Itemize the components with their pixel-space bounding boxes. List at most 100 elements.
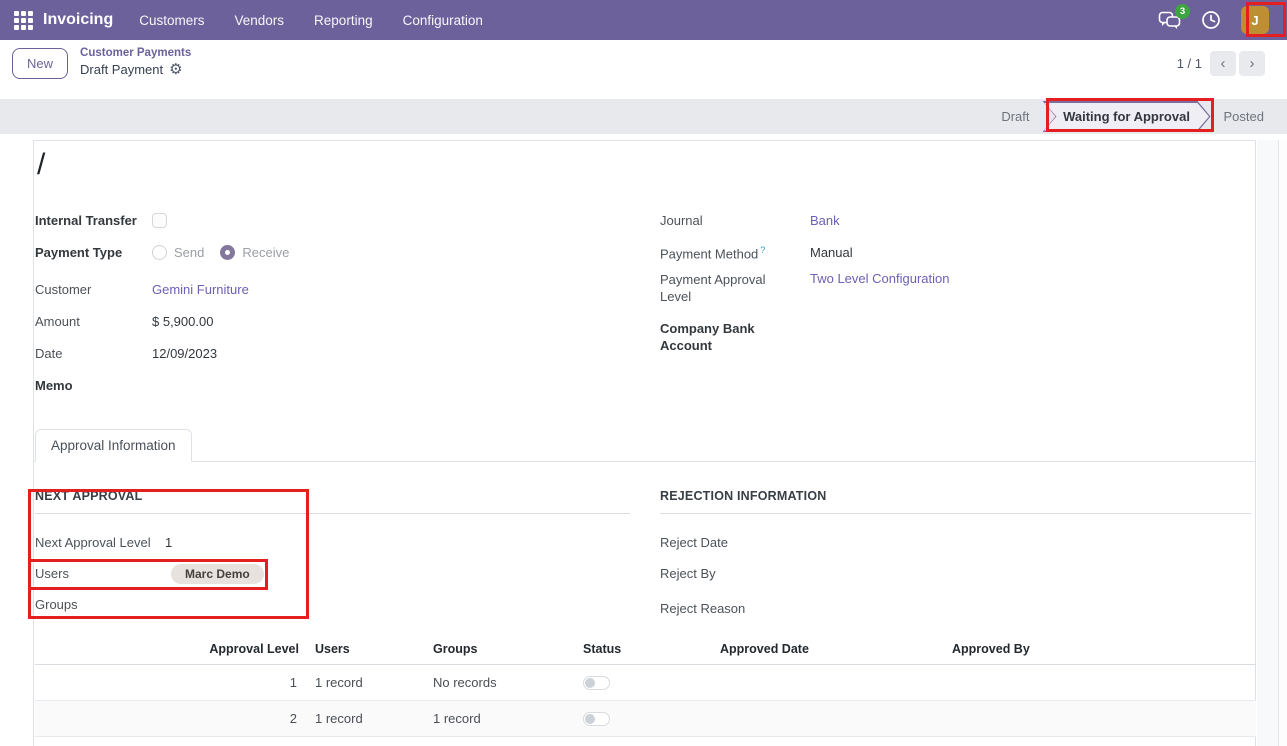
cell-groups: No records	[425, 665, 575, 701]
payment-method-value[interactable]: Manual	[810, 245, 853, 260]
field-group-left: Internal Transfer Payment Type Send Rece…	[35, 204, 630, 401]
reject-reason-label: Reject Reason	[660, 601, 790, 616]
rejection-information-title: REJECTION INFORMATION	[660, 489, 1251, 514]
top-navbar: Invoicing Customers Vendors Reporting Co…	[0, 0, 1287, 40]
memo-label: Memo	[35, 377, 152, 394]
next-approval-title: NEXT APPROVAL	[35, 489, 630, 514]
customer-value-link[interactable]: Gemini Furniture	[152, 282, 249, 297]
tab-approval-information[interactable]: Approval Information	[35, 429, 192, 462]
next-approval-level-label: Next Approval Level	[35, 535, 165, 550]
apps-grid-icon[interactable]	[14, 11, 33, 30]
journal-value-link[interactable]: Bank	[810, 213, 840, 228]
payment-name-title[interactable]: /	[37, 148, 45, 182]
cell-users: 1 record	[307, 665, 425, 701]
menu-vendors[interactable]: Vendors	[235, 13, 285, 28]
app-name[interactable]: Invoicing	[43, 11, 113, 29]
help-question-icon[interactable]: ?	[760, 245, 765, 255]
approval-lines-table: Approval Level Users Groups Status Appro…	[35, 637, 1256, 737]
status-posted[interactable]: Posted	[1211, 109, 1277, 124]
table-header-row: Approval Level Users Groups Status Appro…	[35, 637, 1256, 665]
status-waiting-for-approval-active[interactable]: Waiting for Approval	[1043, 101, 1211, 132]
notebook-tabbar: Approval Information	[34, 429, 1255, 462]
field-customer: Customer Gemini Furniture	[35, 273, 630, 305]
reject-date-label: Reject Date	[660, 535, 790, 550]
payment-type-receive-radio[interactable]	[220, 245, 235, 260]
groups-label: Groups	[35, 597, 165, 612]
breadcrumb-current: Draft Payment ⚙	[80, 61, 191, 80]
cell-approved-date	[712, 701, 944, 737]
date-value[interactable]: 12/09/2023	[152, 346, 217, 361]
status-toggle[interactable]	[583, 712, 610, 726]
statusbar: Draft Waiting for Approval Posted	[0, 99, 1287, 134]
user-avatar[interactable]: J	[1241, 6, 1269, 34]
messages-icon[interactable]: 3	[1158, 11, 1181, 30]
field-reject-date: Reject Date	[660, 527, 1251, 558]
amount-value[interactable]: $ 5,900.00	[152, 314, 213, 329]
new-button[interactable]: New	[12, 48, 68, 79]
breadcrumb: Customer Payments Draft Payment ⚙	[80, 46, 191, 79]
user-tag-marc-demo[interactable]: Marc Demo	[171, 564, 264, 584]
breadcrumb-parent-link[interactable]: Customer Payments	[80, 46, 191, 60]
col-approved-by[interactable]: Approved By	[944, 637, 1256, 665]
field-internal-transfer: Internal Transfer	[35, 204, 630, 236]
col-approved-date[interactable]: Approved Date	[712, 637, 944, 665]
pager-next-button[interactable]: ›	[1239, 51, 1265, 76]
col-status[interactable]: Status	[575, 637, 712, 665]
menu-customers[interactable]: Customers	[139, 13, 204, 28]
field-date: Date 12/09/2023	[35, 337, 630, 369]
payment-approval-level-value-link[interactable]: Two Level Configuration	[810, 271, 949, 286]
internal-transfer-checkbox[interactable]	[152, 213, 167, 228]
payment-type-send-radio[interactable]	[152, 245, 167, 260]
col-approval-level[interactable]: Approval Level	[35, 637, 307, 665]
amount-label: Amount	[35, 313, 152, 330]
menu-reporting[interactable]: Reporting	[314, 13, 373, 28]
cell-status	[575, 665, 712, 701]
table-row[interactable]: 1 1 record No records	[35, 665, 1256, 701]
field-payment-approval-level: Payment Approval Level Two Level Configu…	[660, 268, 1251, 317]
col-groups[interactable]: Groups	[425, 637, 575, 665]
field-journal: Journal Bank	[660, 204, 1251, 236]
users-label: Users	[35, 566, 165, 581]
main-menu: Customers Vendors Reporting Configuratio…	[139, 13, 483, 28]
pager-previous-button[interactable]: ‹	[1210, 51, 1236, 76]
date-label: Date	[35, 345, 152, 362]
field-company-bank-account: Company Bank Account	[660, 317, 1251, 366]
menu-configuration[interactable]: Configuration	[403, 13, 483, 28]
col-users[interactable]: Users	[307, 637, 425, 665]
scrollbar-track[interactable]	[1278, 140, 1287, 746]
rejection-information-section: REJECTION INFORMATION Reject Date Reject…	[660, 489, 1251, 624]
cell-approval-level: 2	[35, 701, 307, 737]
status-draft[interactable]: Draft	[988, 109, 1042, 124]
invoicing-app-window: Invoicing Customers Vendors Reporting Co…	[0, 0, 1287, 746]
gear-icon[interactable]: ⚙	[169, 61, 182, 80]
activities-clock-icon[interactable]	[1201, 10, 1221, 30]
record-pager: 1 / 1 ‹ ›	[1177, 51, 1275, 76]
next-approval-section: NEXT APPROVAL Next Approval Level 1 User…	[35, 489, 630, 620]
field-payment-method: Payment Method? Manual	[660, 236, 1251, 268]
field-reject-reason: Reject Reason	[660, 593, 1251, 624]
table-row[interactable]: 2 1 record 1 record	[35, 701, 1256, 737]
field-users: Users Marc Demo	[35, 558, 630, 589]
internal-transfer-label: Internal Transfer	[35, 212, 152, 229]
field-memo: Memo	[35, 369, 630, 401]
next-approval-level-value[interactable]: 1	[165, 535, 172, 550]
field-groups: Groups	[35, 589, 630, 620]
payment-type-receive-label: Receive	[242, 245, 289, 260]
payment-type-send-label: Send	[174, 245, 204, 260]
reject-by-label: Reject By	[660, 566, 790, 581]
payment-method-label: Payment Method?	[660, 242, 810, 262]
pager-counter: 1 / 1	[1177, 56, 1202, 71]
cell-approved-by	[944, 665, 1256, 701]
control-panel: New Customer Payments Draft Payment ⚙ 1 …	[0, 40, 1287, 86]
cell-approval-level: 1	[35, 665, 307, 701]
field-payment-type: Payment Type Send Receive	[35, 236, 630, 268]
status-active-label: Waiting for Approval	[1063, 109, 1190, 124]
journal-label: Journal	[660, 212, 810, 229]
company-bank-account-label: Company Bank Account	[660, 320, 810, 354]
cell-status	[575, 701, 712, 737]
field-reject-by: Reject By	[660, 558, 1251, 589]
cell-groups: 1 record	[425, 701, 575, 737]
customer-label: Customer	[35, 281, 152, 298]
payment-type-label: Payment Type	[35, 244, 152, 261]
status-toggle[interactable]	[583, 676, 610, 690]
